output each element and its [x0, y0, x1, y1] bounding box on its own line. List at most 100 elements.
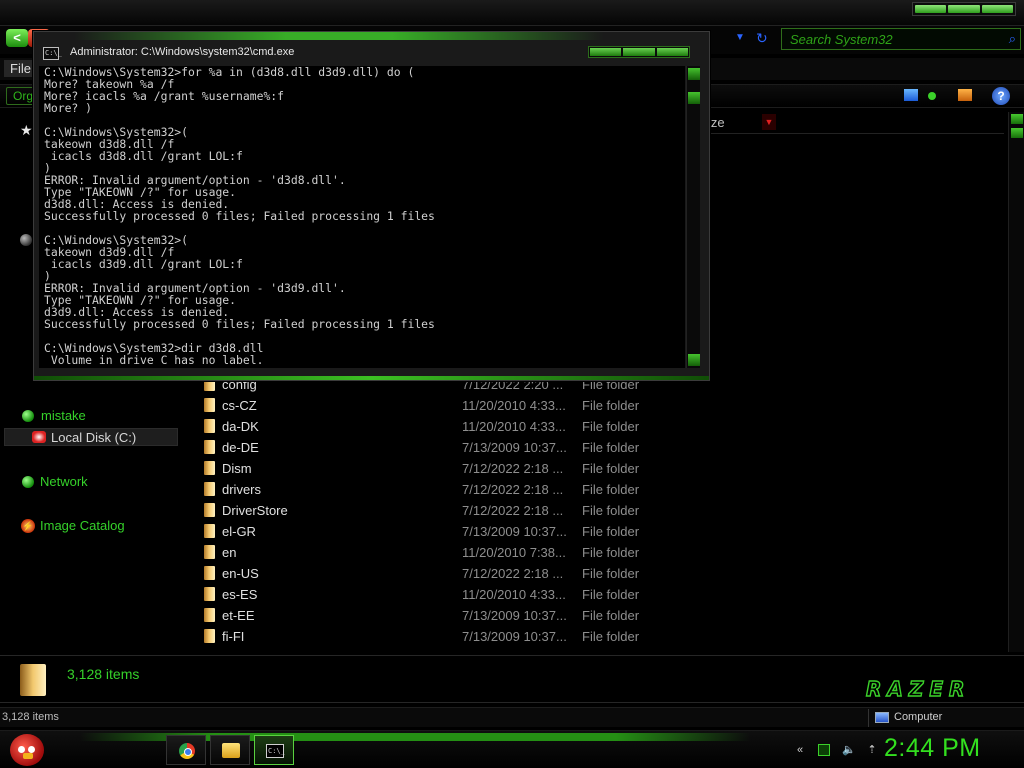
column-dropdown-icon[interactable]: ▼ [762, 114, 776, 130]
cmd-window-controls[interactable] [588, 46, 690, 58]
sidebar-item-image-catalog[interactable]: Image Catalog [40, 518, 125, 533]
cmd-minimize-button[interactable] [590, 48, 622, 56]
favorites-star-icon[interactable]: ★ [20, 122, 33, 139]
status-computer: Computer [868, 709, 1020, 727]
razer-logo: RAZER [865, 676, 965, 701]
minimize-button[interactable] [915, 5, 947, 13]
column-header-size[interactable]: ize ▼ [700, 112, 1004, 134]
file-date-modified: 7/12/2022 2:18 ... [462, 461, 564, 476]
folder-icon [204, 440, 215, 454]
file-row[interactable]: drivers 7/12/2022 2:18 ... File folder [200, 479, 680, 500]
refresh-icon[interactable]: ↻ [756, 30, 768, 47]
folder-icon [204, 482, 215, 496]
column-size-label: ize [708, 115, 725, 130]
search-icon[interactable]: ⌕ [1009, 31, 1016, 47]
file-row[interactable]: cs-CZ 11/20/2010 4:33... File folder [200, 395, 680, 416]
cmd-scroll-down-button[interactable] [688, 354, 700, 366]
cmd-window-title: Administrator: C:\Windows\system32\cmd.e… [70, 46, 295, 58]
close-button[interactable] [981, 5, 1013, 13]
file-date-modified: 7/13/2009 10:37... [462, 440, 567, 455]
maximize-button[interactable] [948, 5, 980, 13]
bird-eye-right-icon [28, 746, 35, 753]
file-type: File folder [582, 503, 640, 518]
network-orb-icon [22, 476, 34, 488]
image-catalog-icon: ⚡ [21, 519, 35, 533]
file-type: File folder [582, 461, 640, 476]
file-type: File folder [582, 482, 640, 497]
sidebar-item-local-disk[interactable]: Local Disk (C:) [4, 428, 178, 446]
start-button-angry-bird-icon[interactable] [10, 734, 44, 766]
cmd-scroll-up-button[interactable] [688, 68, 700, 80]
window-control-buttons[interactable] [912, 2, 1016, 16]
file-date-modified: 7/13/2009 10:37... [462, 629, 567, 644]
cmd-scroll-thumb[interactable] [688, 92, 700, 104]
file-row[interactable]: fi-FI 7/13/2009 10:37... File folder [200, 626, 680, 647]
tray-arrow-icon[interactable]: « [794, 744, 806, 756]
console-line: Successfully processed 0 files; Failed p… [44, 209, 435, 223]
file-date-modified: 11/20/2010 4:33... [462, 587, 566, 602]
file-row[interactable]: en-US 7/12/2022 2:18 ... File folder [200, 563, 680, 584]
computer-icon [875, 712, 889, 723]
cmd-window[interactable]: C:\_ Administrator: C:\Windows\system32\… [33, 31, 710, 381]
taskbar-clock[interactable]: 2:44 PM [884, 734, 981, 763]
folder-icon [204, 503, 215, 517]
taskbar-explorer[interactable] [210, 735, 250, 765]
cmd-titlebar[interactable]: C:\_ Administrator: C:\Windows\system32\… [34, 40, 709, 66]
folder-icon [222, 743, 240, 758]
help-icon[interactable]: ? [992, 87, 1010, 105]
file-name: Dism [222, 461, 252, 476]
drive-icon [32, 431, 46, 443]
chrome-icon [179, 743, 195, 759]
cmd-console-output[interactable]: C:\Windows\System32>for %a in (d3d8.dll … [39, 66, 685, 368]
file-row[interactable]: da-DK 11/20/2010 4:33... File folder [200, 416, 680, 437]
taskbar: C:\_ « 🔈 ⇡ 2:44 PM [0, 730, 1024, 768]
file-name: en-US [222, 566, 259, 581]
scroll-up-button[interactable] [1011, 114, 1023, 124]
file-row[interactable]: es-ES 11/20/2010 4:33... File folder [200, 584, 680, 605]
console-line: More? ) [44, 101, 93, 115]
file-type: File folder [582, 440, 640, 455]
back-button[interactable]: < [6, 29, 28, 47]
file-name: en [222, 545, 237, 560]
taskbar-cmd[interactable]: C:\_ [254, 735, 294, 765]
vertical-scrollbar[interactable] [1008, 112, 1024, 652]
views-icon[interactable] [958, 89, 972, 101]
antenna-icon[interactable]: ⇡ [866, 744, 878, 756]
sidebar-item-mistake[interactable]: mistake [41, 408, 86, 423]
file-row[interactable]: de-DE 7/13/2009 10:37... File folder [200, 437, 680, 458]
file-row[interactable]: DriverStore 7/12/2022 2:18 ... File folder [200, 500, 680, 521]
sidebar-item-network[interactable]: Network [40, 474, 88, 489]
status-orb-icon[interactable] [928, 92, 936, 100]
status-bar: 3,128 items Computer [0, 707, 1024, 727]
folder-icon [204, 629, 215, 643]
file-type: File folder [582, 608, 640, 623]
file-type: File folder [582, 524, 640, 539]
libraries-orb-icon[interactable] [20, 234, 32, 246]
address-dropdown-icon[interactable]: ▼ [735, 32, 745, 43]
file-name: drivers [222, 482, 262, 497]
volume-icon[interactable]: 🔈 [842, 744, 856, 756]
explorer-titlebar [0, 0, 1024, 26]
cmd-scrollbar[interactable] [686, 66, 700, 368]
mistake-orb-icon [22, 410, 34, 422]
cmd-maximize-button[interactable] [623, 48, 655, 56]
file-type: File folder [582, 587, 640, 602]
cmd-icon: C:\_ [266, 744, 285, 758]
search-input[interactable]: Search System32 ⌕ [781, 28, 1021, 50]
taskbar-chrome[interactable] [166, 735, 206, 765]
preview-pane-icon[interactable] [904, 89, 918, 101]
file-row[interactable]: et-EE 7/13/2009 10:37... File folder [200, 605, 680, 626]
file-name: cs-CZ [222, 398, 257, 413]
scroll-thumb[interactable] [1011, 128, 1023, 138]
file-row[interactable]: en 11/20/2010 7:38... File folder [200, 542, 680, 563]
file-row[interactable]: el-GR 7/13/2009 10:37... File folder [200, 521, 680, 542]
folder-icon [204, 398, 215, 412]
file-row[interactable]: Dism 7/12/2022 2:18 ... File folder [200, 458, 680, 479]
folder-icon [204, 419, 215, 433]
cmd-close-button[interactable] [656, 48, 688, 56]
file-date-modified: 7/13/2009 10:37... [462, 608, 567, 623]
network-monitor-icon[interactable] [818, 744, 830, 756]
folder-icon [204, 587, 215, 601]
file-type: File folder [582, 419, 640, 434]
menu-file[interactable]: File [4, 60, 37, 77]
